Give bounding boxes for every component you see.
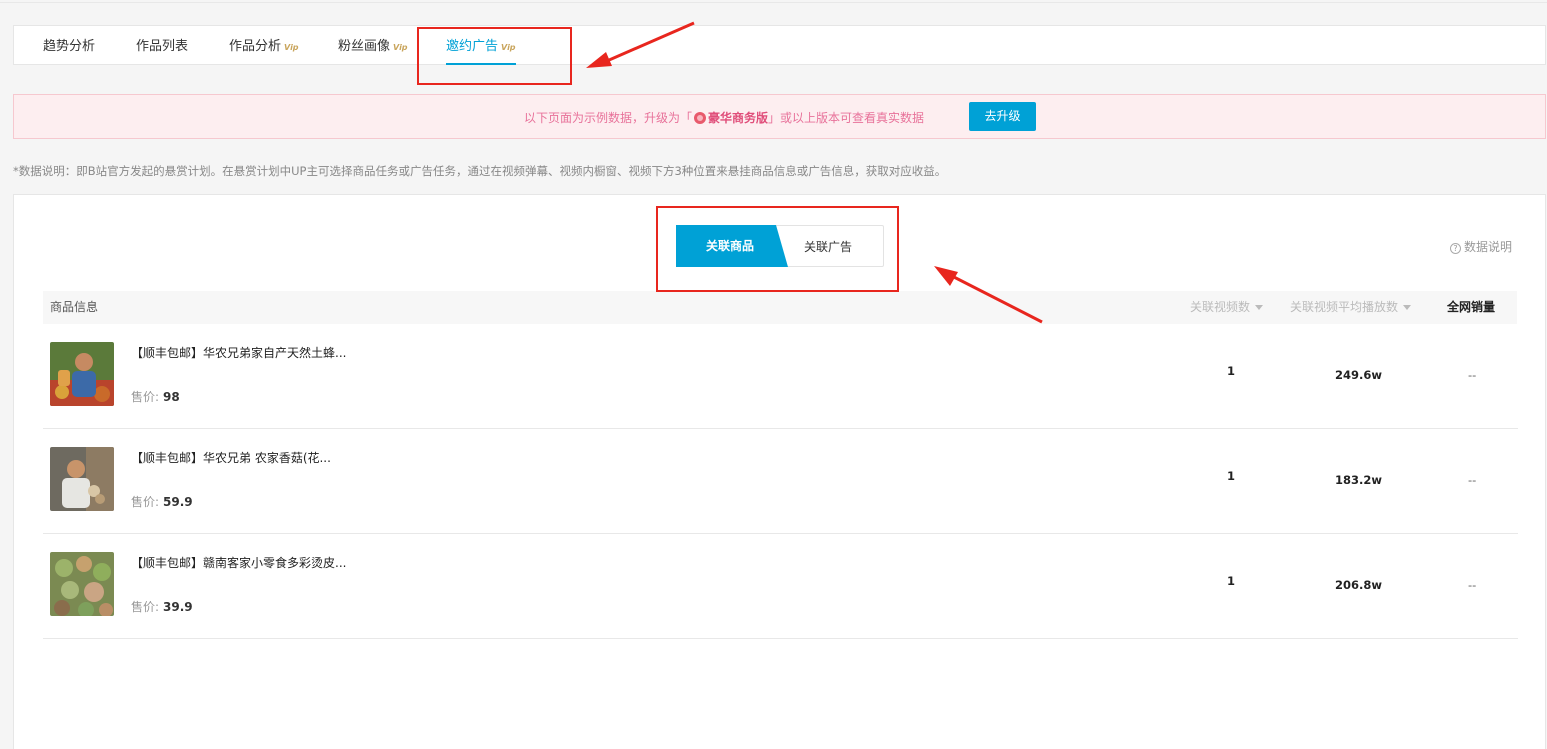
data-explanation-link[interactable]: ? 数据说明 [1450,238,1512,255]
total-sales-value: -- [1468,578,1477,592]
tab-trend-analysis[interactable]: 趋势分析 [43,26,95,66]
price-label: 售价: [131,390,160,404]
upgrade-button[interactable]: 去升级 [969,102,1036,131]
toggle-related-products[interactable]: 关联商品 [676,225,788,267]
plan-name: 豪华商务版 [708,111,769,125]
tab-label: 粉丝画像 [338,39,391,54]
tab-invited-ads[interactable]: 邀约广告 Vip [446,26,516,66]
top-divider [0,0,1547,3]
vip-badge-icon: Vip [501,43,516,52]
header-label: 关联视频数 [1190,300,1251,314]
header-related-videos[interactable]: 关联视频数 [1190,291,1264,324]
crown-icon [694,112,707,124]
header-label: 关联视频平均播放数 [1290,300,1399,314]
product-thumbnail[interactable] [50,342,114,406]
table-row: 【顺丰包邮】华农兄弟 农家香菇(花... 售价: 59.9 1 183.2w -- [43,429,1518,534]
banner-text-after: 」或以上版本可查看真实数据 [768,111,925,125]
data-note: *数据说明：即B站官方发起的悬赏计划。在悬赏计划中UP主可选择商品任务或广告任务… [13,164,947,178]
product-title[interactable]: 【顺丰包邮】华农兄弟家自产天然土蜂... [131,344,346,361]
product-thumbnail[interactable] [50,447,114,511]
upgrade-banner: 以下页面为示例数据，升级为「 豪华商务版」或以上版本可查看真实数据 去升级 [13,94,1546,139]
question-circle-icon: ? [1450,243,1461,254]
product-image-icon [50,552,114,616]
product-title[interactable]: 【顺丰包邮】华农兄弟 农家香菇(花... [131,449,331,466]
related-videos-count: 1 [1227,364,1236,378]
related-videos-count: 1 [1227,574,1236,588]
header-total-sales: 全网销量 [1447,300,1496,314]
product-thumbnail[interactable] [50,552,114,616]
product-title[interactable]: 【顺丰包邮】赣南客家小零食多彩烫皮... [131,554,346,571]
tab-label: 邀约广告 [446,39,499,54]
price-value: 39.9 [163,600,193,614]
vip-badge-icon: Vip [284,43,299,52]
tab-label: 趋势分析 [43,39,96,54]
tab-works-analysis[interactable]: 作品分析 Vip [229,26,299,66]
product-price: 售价: 39.9 [131,598,193,615]
vip-badge-icon: Vip [393,43,408,52]
product-image-icon [50,342,114,406]
product-ad-toggle: 关联商品 关联广告 [676,225,884,267]
tab-works-list[interactable]: 作品列表 [136,26,188,66]
tab-label: 作品分析 [229,39,282,54]
sort-caret-icon [1403,305,1412,310]
product-price: 售价: 98 [131,388,180,405]
total-sales-value: -- [1468,368,1477,382]
table-header: 商品信息 关联视频数 关联视频平均播放数 全网销量 [43,291,1517,324]
tab-fan-profile[interactable]: 粉丝画像 Vip [338,26,408,66]
table-row: 【顺丰包邮】赣南客家小零食多彩烫皮... 售价: 39.9 1 206.8w -- [43,534,1518,639]
price-label: 售价: [131,600,160,614]
header-product-info: 商品信息 [50,300,99,314]
product-image-icon [50,447,114,511]
banner-message: 以下页面为示例数据，升级为「 豪华商务版」或以上版本可查看真实数据 [524,109,924,126]
price-value: 59.9 [163,495,193,509]
avg-plays-value: 183.2w [1335,473,1382,487]
content-panel: 关联商品 关联广告 ? 数据说明 商品信息 关联视频数 关联视频平均播放数 全网销… [13,194,1546,749]
help-label: 数据说明 [1464,240,1513,254]
header-avg-plays[interactable]: 关联视频平均播放数 [1290,291,1412,324]
analysis-tab-bar: 趋势分析 作品列表 作品分析 Vip 粉丝画像 Vip 邀约广告 Vip [13,25,1546,65]
table-row: 【顺丰包邮】华农兄弟家自产天然土蜂... 售价: 98 1 249.6w -- [43,324,1518,429]
avg-plays-value: 249.6w [1335,368,1382,382]
price-value: 98 [163,390,180,404]
sort-caret-icon [1255,305,1264,310]
toggle-related-ads[interactable]: 关联广告 [804,226,852,266]
tab-label: 作品列表 [136,39,189,54]
price-label: 售价: [131,495,160,509]
total-sales-value: -- [1468,473,1477,487]
related-videos-count: 1 [1227,469,1236,483]
avg-plays-value: 206.8w [1335,578,1382,592]
banner-text-before: 以下页面为示例数据，升级为「 [524,111,693,125]
product-price: 售价: 59.9 [131,493,193,510]
